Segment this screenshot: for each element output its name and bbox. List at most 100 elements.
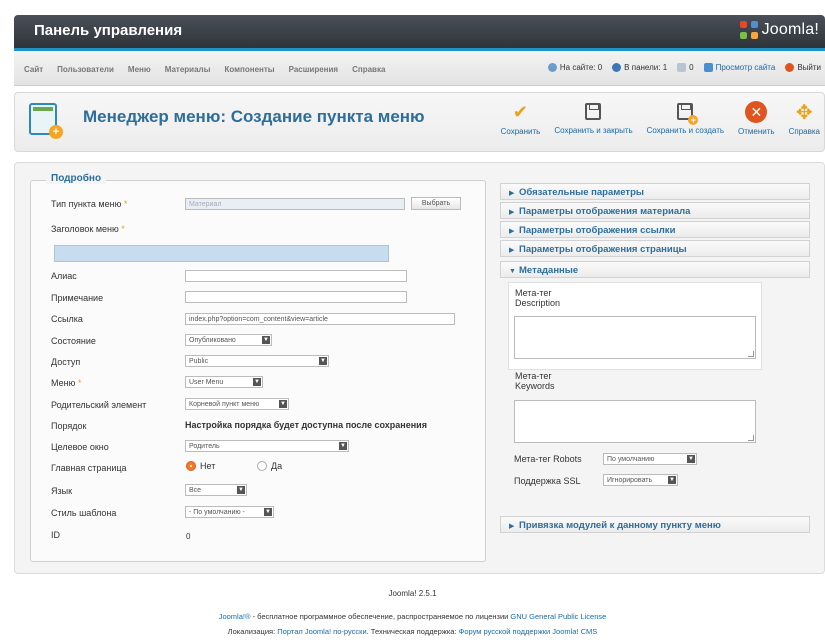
users-in-admin: В панели: 1 — [612, 63, 667, 72]
state-select[interactable]: Опубликовано ▼ — [185, 334, 272, 346]
accordion-article-display[interactable]: ▶ Параметры отображения материала — [500, 202, 810, 219]
menu-label: Меню * — [51, 378, 82, 388]
checkmark-icon: ✔ — [512, 101, 528, 122]
meta-robots-label: Мета-тег Robots — [514, 454, 582, 464]
meta-description-label: Мета-тег Description — [515, 288, 561, 308]
link-label: Ссылка — [51, 314, 83, 324]
state-label: Состояние — [51, 336, 96, 346]
meta-description-textarea[interactable] — [514, 316, 756, 359]
footer-license: Joomla!® - бесплатное программное обеспе… — [218, 612, 607, 621]
nav-item-components[interactable]: Компоненты — [224, 65, 274, 74]
template-style-label: Стиль шаблона — [51, 508, 117, 518]
admin-users-icon — [612, 63, 622, 72]
accordion-required-params[interactable]: ▶ Обязательные параметры — [500, 183, 810, 200]
target-select[interactable]: Родитель ▼ — [185, 440, 349, 452]
id-value: 0 — [186, 532, 191, 541]
home-no-radio[interactable]: Нет — [186, 461, 215, 471]
ssl-support-label: Поддержка SSL — [514, 476, 581, 486]
note-label: Примечание — [51, 293, 104, 303]
language-select[interactable]: Все ▼ — [185, 484, 247, 496]
cancel-button[interactable]: ✕ Отменить — [738, 101, 775, 136]
template-style-select[interactable]: - По умолчанию - ▼ — [185, 506, 274, 518]
alias-input[interactable] — [185, 270, 407, 282]
control-panel-title: Панель управления — [34, 22, 183, 39]
ssl-support-select[interactable]: Игнорировать ▼ — [603, 474, 678, 486]
gpl-link[interactable]: GNU General Public License — [510, 612, 606, 621]
save-new-button[interactable]: Сохранить и создать — [647, 101, 724, 135]
help-button[interactable]: ✥ Справка — [789, 101, 820, 137]
version-text: Joomla! 2.5.1 — [388, 589, 437, 598]
menu-title-input[interactable] — [54, 245, 389, 262]
id-label: ID — [51, 530, 60, 540]
chevron-down-icon: ▼ — [319, 357, 327, 365]
caret-right-icon: ▶ — [509, 523, 515, 530]
parent-select[interactable]: Корневой пункт меню ▼ — [185, 398, 289, 410]
logout-link[interactable]: Выйти — [785, 63, 821, 72]
caret-right-icon: ▶ — [509, 247, 515, 254]
accordion-metadata[interactable]: ▼ Метаданные — [500, 261, 810, 278]
admin-header: Панель управления Joomla! — [14, 15, 825, 48]
joomla-logo: Joomla! — [739, 21, 819, 39]
accordion-link-display[interactable]: ▶ Параметры отображения ссылки — [500, 221, 810, 238]
chevron-down-icon: ▼ — [237, 486, 245, 494]
caret-down-icon: ▼ — [509, 268, 516, 275]
caret-right-icon: ▶ — [509, 190, 515, 197]
monitor-icon — [703, 63, 713, 72]
access-label: Доступ — [51, 357, 81, 367]
joomla-logo-icon — [739, 21, 758, 39]
nav-item-content[interactable]: Материалы — [165, 65, 211, 74]
menu-title-label: Заголовок меню * — [51, 224, 125, 234]
joomla-link[interactable]: Joomla!® — [219, 612, 251, 621]
nav-item-help[interactable]: Справка — [352, 65, 385, 74]
home-label: Главная страница — [51, 463, 127, 473]
radio-icon — [257, 461, 267, 471]
meta-keywords-textarea[interactable] — [514, 400, 756, 443]
order-label: Порядок — [51, 421, 87, 431]
access-select[interactable]: Public ▼ — [185, 355, 329, 367]
menu-type-field: Материал — [185, 198, 405, 210]
menu-manager-icon: + — [29, 103, 63, 139]
link-input[interactable]: index.php?option=com_content&view=articl… — [185, 313, 455, 325]
page-title: Менеджер меню: Создание пункта меню — [83, 107, 425, 126]
choose-menu-type-button[interactable]: Выбрать — [411, 197, 461, 210]
note-input[interactable] — [185, 291, 407, 303]
nav-item-users[interactable]: Пользователи — [57, 65, 114, 74]
chevron-down-icon: ▼ — [262, 336, 270, 344]
accordion-page-display[interactable]: ▶ Параметры отображения страницы — [500, 240, 810, 257]
chevron-down-icon: ▼ — [339, 442, 347, 450]
details-legend: Подробно — [46, 173, 107, 184]
radio-selected-icon — [186, 461, 196, 471]
home-yes-radio[interactable]: Да — [257, 461, 282, 471]
menu-select[interactable]: User Menu ▼ — [185, 376, 263, 388]
view-site-link[interactable]: Просмотр сайта — [703, 63, 775, 72]
support-forum-link[interactable]: Форум русской поддержки Joomla! CMS — [459, 627, 598, 636]
toolbar-buttons: ✔ Сохранить Сохранить и закрыть Сохранит… — [501, 101, 820, 136]
meta-robots-select[interactable]: По умолчанию ▼ — [603, 453, 697, 465]
caret-right-icon: ▶ — [509, 228, 515, 235]
chevron-down-icon: ▼ — [264, 508, 272, 516]
top-menubar: Сайт Пользователи Меню Материалы Компоне… — [14, 51, 825, 86]
lifebuoy-icon: ✥ — [795, 101, 813, 124]
menu-type-label: Тип пункта меню * — [51, 199, 128, 209]
nav-item-menus[interactable]: Меню — [128, 65, 151, 74]
save-close-button[interactable]: Сохранить и закрыть — [554, 101, 633, 135]
parent-label: Родительский элемент — [51, 400, 147, 410]
users-icon — [547, 63, 557, 72]
chevron-down-icon: ▼ — [279, 400, 287, 408]
chevron-down-icon: ▼ — [687, 455, 695, 463]
alias-label: Алиас — [51, 271, 77, 281]
nav-item-extensions[interactable]: Расширения — [289, 65, 338, 74]
meta-keywords-label: Мета-тег Keywords — [515, 371, 555, 391]
save-button[interactable]: ✔ Сохранить — [501, 101, 541, 137]
messages-count[interactable]: 0 — [677, 63, 694, 72]
caret-right-icon: ▶ — [509, 209, 515, 216]
language-label: Язык — [51, 486, 73, 496]
russian-portal-link[interactable]: Портал Joomla! по-русски — [277, 627, 366, 636]
order-info: Настройка порядка будет доступна после с… — [185, 420, 427, 430]
mail-icon — [677, 63, 687, 72]
nav-item-site[interactable]: Сайт — [24, 65, 43, 74]
chevron-down-icon: ▼ — [253, 378, 261, 386]
footer-localization: Локализация: Портал Joomla! по-русски. Т… — [227, 627, 598, 636]
accordion-module-binding[interactable]: ▶ Привязка модулей к данному пункту меню — [500, 516, 810, 533]
floppy-disk-icon — [585, 103, 602, 120]
